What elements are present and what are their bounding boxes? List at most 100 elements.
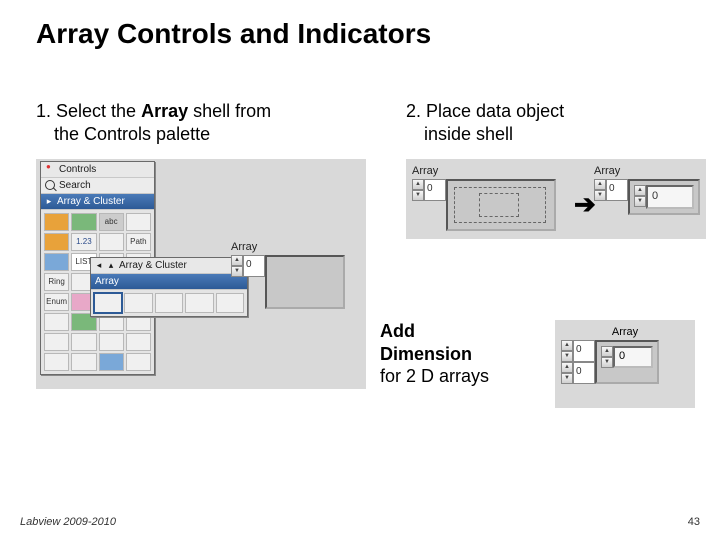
subpalette-title: Array & Cluster: [119, 260, 187, 271]
d2-well[interactable]: ▲ ▼ 0: [595, 340, 659, 384]
d2-index1[interactable]: ▲ ▼ 0: [561, 362, 595, 384]
palette-cell-r1[interactable]: [44, 313, 69, 331]
step2-result-index-field[interactable]: 0: [606, 179, 628, 201]
subpalette-array-label: Array: [95, 276, 119, 287]
d2-value[interactable]: 0: [613, 346, 653, 368]
step1-prefix: 1. Select the: [36, 101, 141, 121]
footer-right: 43: [688, 516, 700, 528]
palette-title: Controls: [59, 164, 96, 175]
palette-cell-enum[interactable]: Enum: [44, 293, 69, 311]
subcell-3[interactable]: [155, 293, 183, 313]
subpalette-header-row[interactable]: ◂ ▴ Array & Cluster: [91, 258, 247, 274]
step2-drag-array[interactable]: Array ▲ ▼ 0: [412, 165, 556, 231]
step2-drag-well[interactable]: [446, 179, 556, 231]
palette-cell-led[interactable]: [71, 213, 96, 231]
palette-cell-path[interactable]: Path: [126, 233, 151, 251]
add-dim-l1b: Dimension: [380, 344, 472, 364]
spin-up-icon[interactable]: ▲: [634, 185, 646, 196]
footer-left: Labview 2009-2010: [20, 516, 116, 528]
palette-cell-r5[interactable]: [44, 333, 69, 351]
step2-text: 2. Place data object inside shell: [406, 100, 706, 147]
step2-dragging-control[interactable]: [454, 187, 546, 223]
step2-figure: Array ▲ ▼ 0 ➔: [406, 159, 706, 239]
subcell-4[interactable]: [185, 293, 213, 313]
subpalette-array-row[interactable]: Array: [91, 274, 247, 290]
step1-index-field[interactable]: 0: [243, 255, 265, 277]
spin-up-icon[interactable]: ▲: [412, 179, 424, 190]
spin-down-icon[interactable]: ▼: [601, 357, 613, 368]
up-icon: ▴: [107, 260, 115, 271]
palette-cell-ring[interactable]: Ring: [44, 273, 69, 291]
spin-down-icon[interactable]: ▼: [594, 190, 606, 201]
spin-up-icon[interactable]: ▲: [231, 255, 243, 266]
step1-figure: Controls Search ▸ Array & Cluster abc 1.: [36, 159, 366, 389]
palette-cell-blank1[interactable]: [126, 213, 151, 231]
step1-array-well[interactable]: [265, 255, 345, 309]
palette-cell-r11[interactable]: [99, 353, 124, 371]
spin-down-icon[interactable]: ▼: [561, 351, 573, 362]
add-dim-l1a: Add: [380, 321, 415, 341]
d2-figure: Array ▲ ▼ 0 ▲ ▼ 0 ▲ ▼ 0: [555, 320, 695, 408]
add-dimension-text: Add Dimension for 2 D arrays: [380, 320, 489, 388]
palette-group-label: Array & Cluster: [57, 196, 125, 207]
step1-text: 1. Select the Array shell from the Contr…: [36, 100, 366, 147]
palette-header: Controls: [41, 162, 154, 178]
step2-dragging-inner: [479, 193, 519, 217]
step2-line1: 2. Place data object: [406, 101, 564, 121]
step1-array-label: Array: [231, 241, 356, 253]
palette-cell-r7[interactable]: [99, 333, 124, 351]
spin-up-icon[interactable]: ▲: [594, 179, 606, 190]
search-icon: [45, 180, 55, 190]
palette-cell-r8[interactable]: [126, 333, 151, 351]
step2-drag-index[interactable]: ▲ ▼ 0: [412, 179, 446, 201]
step1-after: shell from: [188, 101, 271, 121]
subcell-2[interactable]: [124, 293, 152, 313]
palette-search-row[interactable]: Search: [41, 178, 154, 194]
step1-bold: Array: [141, 101, 188, 121]
spin-up-icon[interactable]: ▲: [601, 346, 613, 357]
palette-cell-knob[interactable]: [44, 213, 69, 231]
spin-down-icon[interactable]: ▼: [412, 190, 424, 201]
palette-group-row[interactable]: ▸ Array & Cluster: [41, 194, 154, 210]
step1-array-shell[interactable]: Array ▲ ▼ 0: [231, 241, 356, 309]
expand-icon: ▸: [45, 196, 53, 207]
step1-index-control[interactable]: ▲ ▼ 0: [231, 255, 265, 277]
d2-index-column: ▲ ▼ 0 ▲ ▼ 0: [561, 340, 595, 384]
palette-cell-num[interactable]: 1.23: [71, 233, 96, 251]
back-icon: ◂: [95, 260, 103, 271]
step1-column: 1. Select the Array shell from the Contr…: [36, 100, 366, 389]
step2-result-index[interactable]: ▲ ▼ 0: [594, 179, 628, 201]
palette-cell-r12[interactable]: [126, 353, 151, 371]
add-dim-l2: for 2 D arrays: [380, 366, 489, 386]
palette-cell-dial[interactable]: [44, 233, 69, 251]
d2-index0-field[interactable]: 0: [573, 340, 595, 362]
step2-line2: inside shell: [406, 123, 513, 146]
palette-cell-r6[interactable]: [71, 333, 96, 351]
d2-index0[interactable]: ▲ ▼ 0: [561, 340, 595, 362]
subpalette: ◂ ▴ Array & Cluster Array: [90, 257, 248, 317]
slide-title: Array Controls and Indicators: [0, 0, 720, 50]
step1-line2: the Controls palette: [36, 123, 210, 146]
subpalette-grid: [91, 290, 247, 316]
subcell-array[interactable]: [94, 293, 122, 313]
palette-cell-r9[interactable]: [44, 353, 69, 371]
palette-cell-array[interactable]: [44, 253, 69, 271]
palette-cell-r10[interactable]: [71, 353, 96, 371]
thumbtack-icon[interactable]: [45, 164, 55, 174]
spin-down-icon[interactable]: ▼: [634, 196, 646, 207]
spin-down-icon[interactable]: ▼: [561, 373, 573, 384]
palette-cell-blank2[interactable]: [99, 233, 124, 251]
arrow-right-icon: ➔: [574, 191, 596, 217]
step2-result-value[interactable]: 0: [646, 185, 694, 209]
d2-index1-field[interactable]: 0: [573, 362, 595, 384]
spin-down-icon[interactable]: ▼: [231, 266, 243, 277]
step2-result-well[interactable]: ▲ ▼ 0: [628, 179, 700, 215]
palette-search-label: Search: [59, 180, 91, 191]
spin-up-icon[interactable]: ▲: [561, 340, 573, 351]
palette-cell-abc[interactable]: abc: [99, 213, 124, 231]
step2-result-array[interactable]: Array ▲ ▼ 0 ▲ ▼ 0: [594, 165, 700, 215]
step2-drag-label: Array: [412, 165, 556, 177]
spin-up-icon[interactable]: ▲: [561, 362, 573, 373]
step2-drag-index-field[interactable]: 0: [424, 179, 446, 201]
d2-label: Array: [561, 326, 689, 338]
